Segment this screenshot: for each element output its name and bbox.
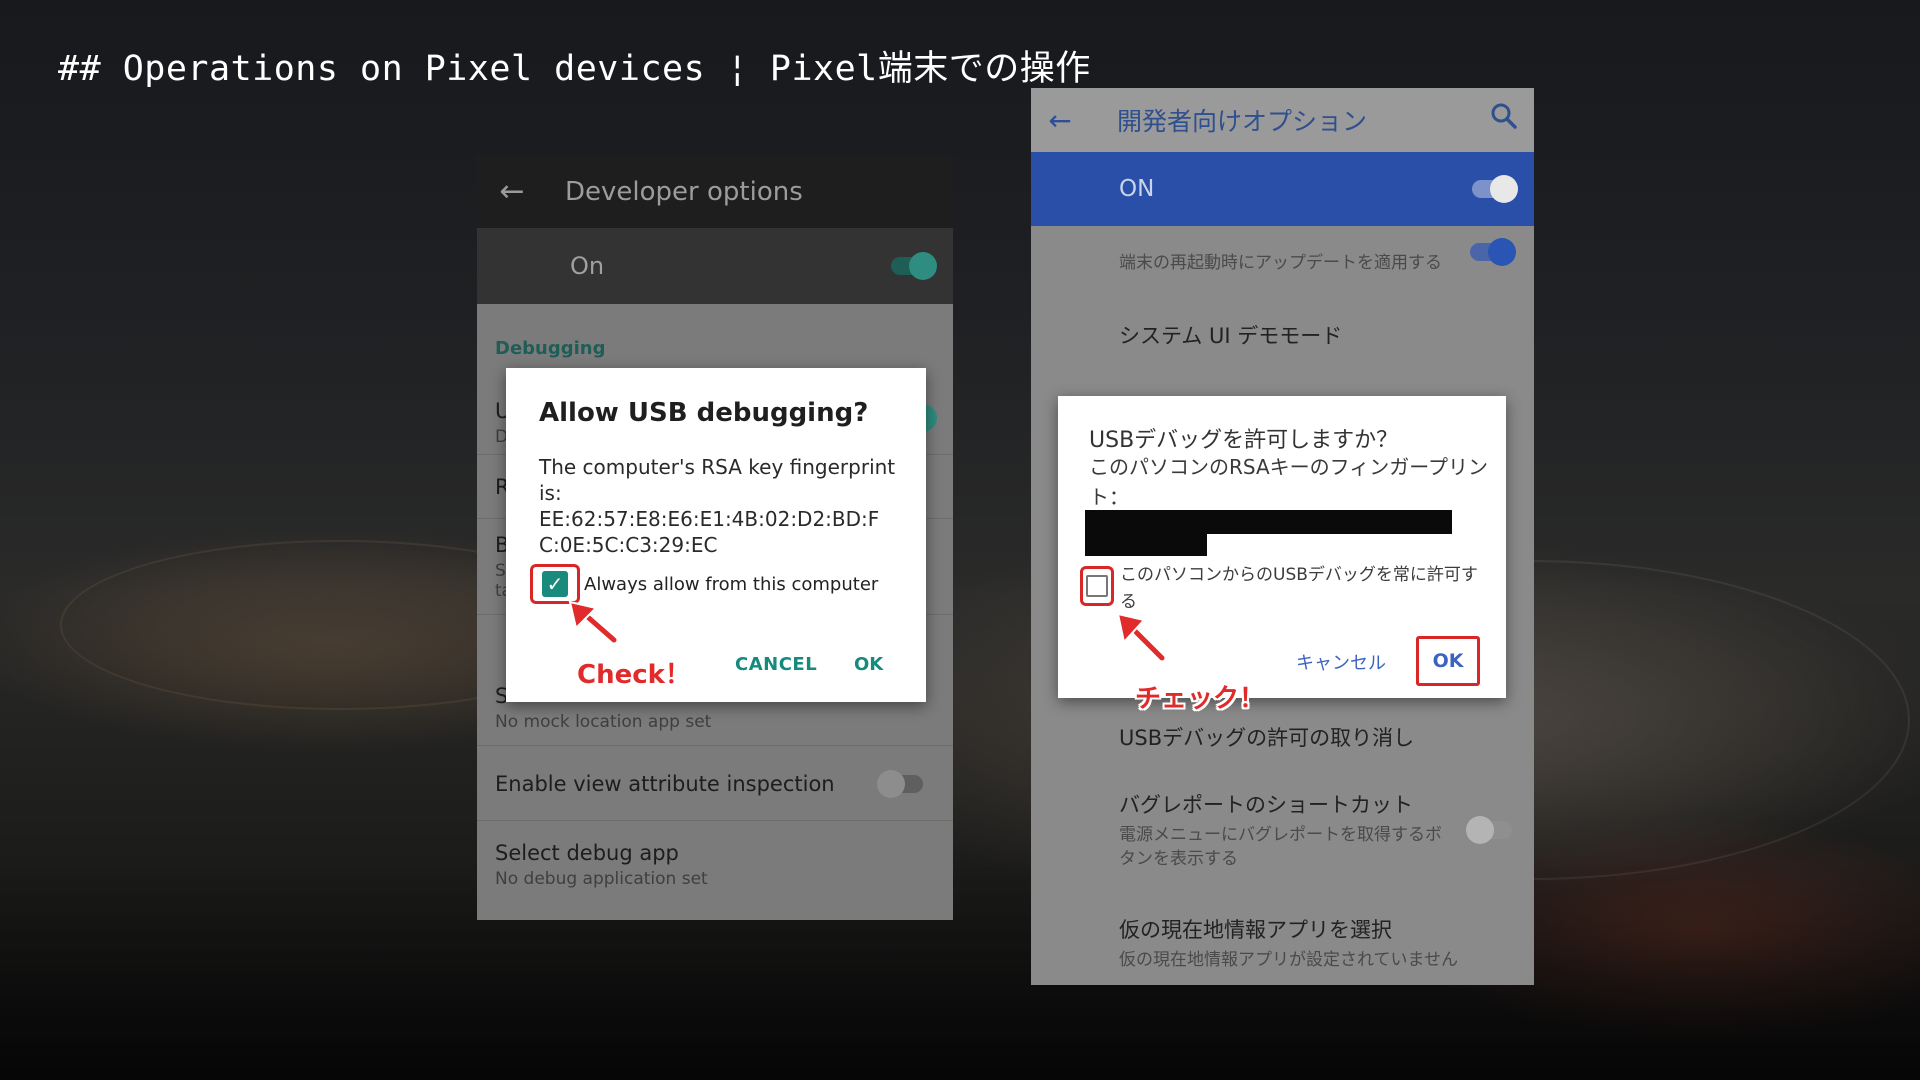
master-switch-row[interactable]: ON [1031,152,1534,226]
cancel-button[interactable]: CANCEL [735,654,817,675]
toggle-knob [1466,816,1494,844]
always-allow-label: このパソコンからのUSBデバッグを常に許可する [1120,565,1478,612]
rsa-fingerprint: EE:62:57:E8:E6:E1:4B:02:D2:BD:FC:0E:5C:C… [539,507,880,557]
row-title: 仮の現在地情報アプリを選択 [1119,918,1392,942]
setting-row-view-attribute[interactable]: Enable view attribute inspection [477,748,953,821]
usb-debugging-dialog-english: Allow USB debugging? The computer's RSA … [506,368,926,702]
section-header-debugging: Debugging [495,338,606,359]
highlight-box [1080,566,1114,606]
toggle-knob [877,770,905,798]
row-title: 端末の再起動時にアップデートを適用する [1119,253,1442,273]
row-title: Select debug app [495,841,679,865]
cancel-button[interactable]: キャンセル [1296,649,1386,675]
master-switch-label: On [570,252,605,280]
toggle-knob [1488,238,1516,266]
always-allow-row[interactable]: ✓ Always allow from this computer [530,564,878,604]
master-toggle[interactable] [891,252,937,280]
annotation-arrow-icon [568,600,619,645]
slide-title: ## Operations on Pixel devices ¦ Pixel端末… [58,49,1091,89]
always-allow-label: Always allow from this computer [584,573,879,595]
dialog-title: Allow USB debugging? [539,398,869,428]
toolbar-title: Developer options [565,176,803,207]
toolbar: ← 開発者向けオプション [1031,88,1534,152]
row-text: バグレポートのショートカット 電源メニューにバグレポートを取得するボタンを表示す… [1119,789,1449,871]
row-title: システム UI デモモード [1119,324,1343,348]
redacted-fingerprint-2 [1085,534,1207,556]
background-vignette [0,860,1920,1080]
row-subtitle: No debug application set [495,869,708,889]
dialog-title: USBデバッグを許可しますか？ [1089,428,1399,453]
row-title: USBデバッグの許可の取り消し [1119,726,1415,750]
back-arrow-icon[interactable]: ← [477,174,547,209]
setting-row-mock-location[interactable]: 仮の現在地情報アプリを選択 仮の現在地情報アプリが設定されていません [1031,914,1534,974]
row-subtitle: 仮の現在地情報アプリが設定されていません [1119,950,1458,970]
always-allow-checkbox[interactable]: ✓ [542,571,568,597]
highlight-box: ✓ [530,564,580,604]
master-switch-label: ON [1119,176,1155,202]
ok-highlight-box: OK [1416,636,1480,686]
view-attribute-toggle[interactable] [877,770,923,798]
back-arrow-icon[interactable]: ← [1031,104,1089,137]
dialog-body: The computer's RSA key fingerprint is: E… [539,454,899,558]
toggle-knob [1490,175,1518,203]
dialog-body-text: The computer's RSA key fingerprint is: [539,455,896,505]
auto-update-toggle[interactable] [1470,238,1516,266]
row-subtitle: No mock location app set [495,712,712,732]
always-allow-checkbox[interactable] [1086,575,1108,597]
ok-button[interactable]: OK [854,654,883,675]
row-title: Enable view attribute inspection [495,772,835,796]
setting-row-debug-app[interactable]: Select debug app No debug application se… [477,821,953,920]
toolbar: ← Developer options [477,155,953,228]
annotation-arrow-icon [1116,612,1167,663]
dialog-body: このパソコンのRSAキーのフィンガープリント： [1089,455,1489,509]
master-toggle[interactable] [1472,175,1518,203]
redacted-fingerprint [1085,510,1452,534]
annotation-check-label-ja: チェック！ [1135,684,1266,714]
setting-row-demo-mode[interactable]: システム UI デモモード [1031,320,1534,360]
setting-row-bugreport[interactable]: バグレポートのショートカット 電源メニューにバグレポートを取得するボタンを表示す… [1031,790,1534,870]
ok-button[interactable]: OK [1433,650,1464,672]
annotation-check-label: Check！ [577,660,691,690]
toggle-knob [909,252,937,280]
row-title: バグレポートのショートカット [1119,793,1413,817]
toolbar-title: 開発者向けオプション [1117,107,1368,136]
search-icon[interactable] [1490,102,1518,130]
bugreport-toggle[interactable] [1466,816,1512,844]
master-switch-row[interactable]: On [477,228,953,304]
row-subtitle: 電源メニューにバグレポートを取得するボタンを表示する [1119,825,1442,869]
setting-row-revoke[interactable]: USBデバッグの許可の取り消し [1031,722,1534,762]
setting-row-auto-update[interactable]: 端末の再起動時にアップデートを適用する [1031,228,1534,298]
